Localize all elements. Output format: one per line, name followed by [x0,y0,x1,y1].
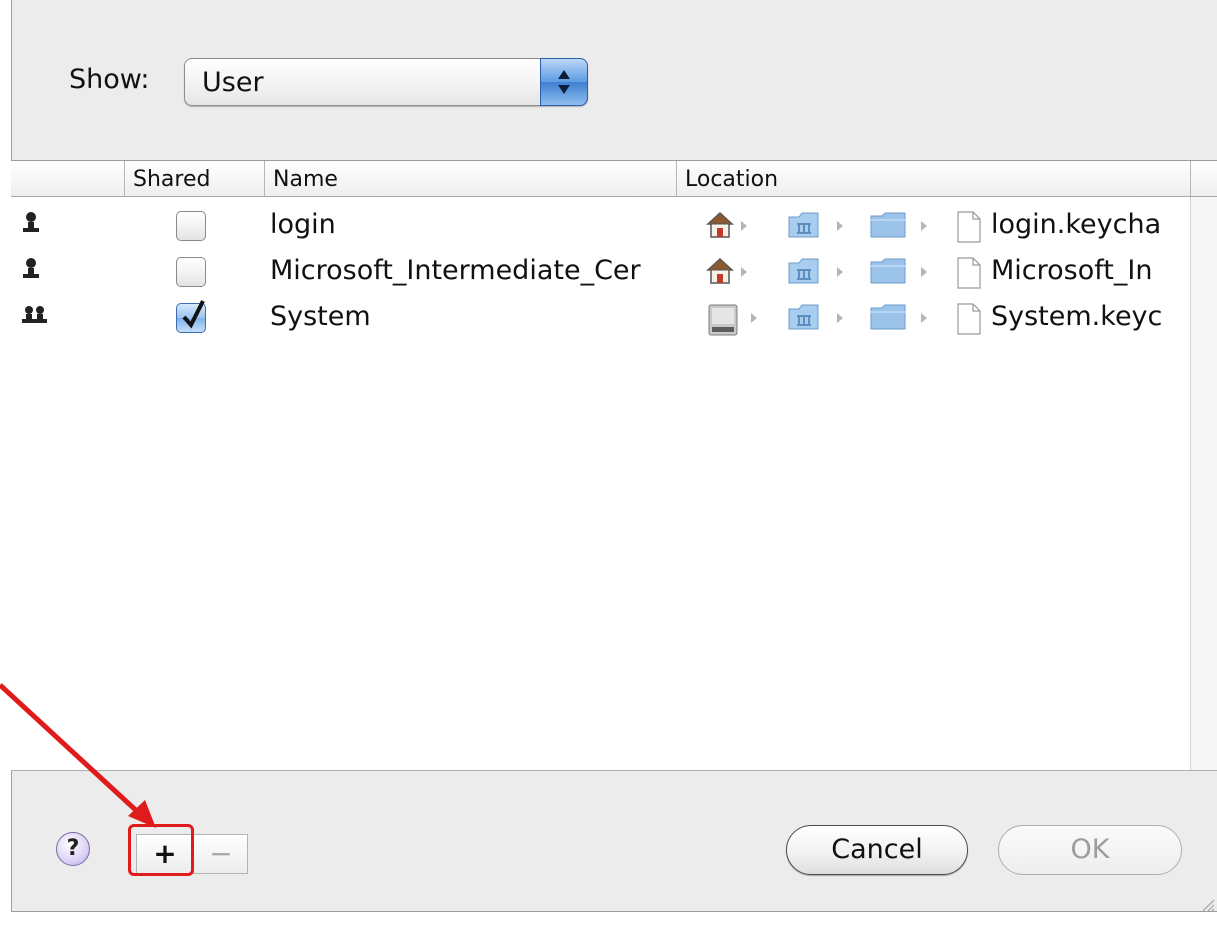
path-separator-icon [921,221,927,231]
shared-checkbox[interactable] [176,211,206,241]
ok-button[interactable]: OK [998,825,1182,875]
single-user-icon [23,258,39,278]
keychain-file-name: System.keyc [991,301,1163,332]
hard-disk-icon [708,304,738,336]
keychain-name: System [270,301,371,332]
document-icon [957,257,981,289]
library-folder-icon [788,212,819,238]
folder-icon [870,304,906,330]
column-header-location[interactable]: Location [677,161,1191,196]
shared-checkbox[interactable] [176,300,206,333]
location-path: System.keyc [694,299,1177,339]
single-user-icon [23,212,39,232]
resize-grip-icon[interactable] [1201,898,1215,912]
location-path: login.keycha [694,207,1177,247]
path-separator-icon [741,267,747,277]
table-row[interactable]: System System.keyc [11,295,1191,341]
shared-checkbox[interactable] [176,257,206,287]
library-folder-icon [788,258,819,284]
keychain-name: Microsoft_Intermediate_Cer [270,255,641,286]
column-header-shared[interactable]: Shared [125,161,265,196]
library-folder-icon [788,304,819,330]
cancel-button[interactable]: Cancel [786,825,968,875]
path-separator-icon [837,313,843,323]
highlight-box [128,824,194,876]
folder-icon [870,258,906,284]
location-path: Microsoft_In [694,253,1177,293]
path-separator-icon [741,221,747,231]
group-users-icon [22,306,47,323]
folder-icon [870,212,906,238]
table-header: Shared Name Location [11,161,1217,197]
up-down-arrows-icon [558,70,570,94]
popup-stepper[interactable] [540,58,588,106]
column-header-extra [1191,161,1217,196]
document-icon [957,211,981,243]
path-separator-icon [837,221,843,231]
document-icon [957,303,981,335]
home-icon [706,257,734,284]
path-separator-icon [921,313,927,323]
show-popup-button[interactable]: User [184,58,588,106]
path-separator-icon [921,267,927,277]
keychain-name: login [270,209,336,240]
home-icon [706,211,734,238]
path-separator-icon [837,267,843,277]
vertical-scrollbar[interactable] [1190,197,1217,770]
remove-keychain-button[interactable]: − [193,835,249,873]
checkmark-icon [182,300,205,329]
column-header-name[interactable]: Name [265,161,677,196]
table-row[interactable]: login login.keycha [11,203,1191,249]
keychain-file-name: login.keycha [991,209,1162,240]
table-row[interactable]: Microsoft_Intermediate_Cer Microsoft_In [11,249,1191,295]
show-label: Show: [69,64,150,95]
help-button[interactable]: ? [56,832,90,866]
keychain-table: Shared Name Location login login.keycha … [11,160,1217,771]
column-header-owner[interactable] [11,161,125,196]
show-popup-value: User [202,67,264,98]
path-separator-icon [751,313,757,323]
keychain-file-name: Microsoft_In [991,255,1153,286]
